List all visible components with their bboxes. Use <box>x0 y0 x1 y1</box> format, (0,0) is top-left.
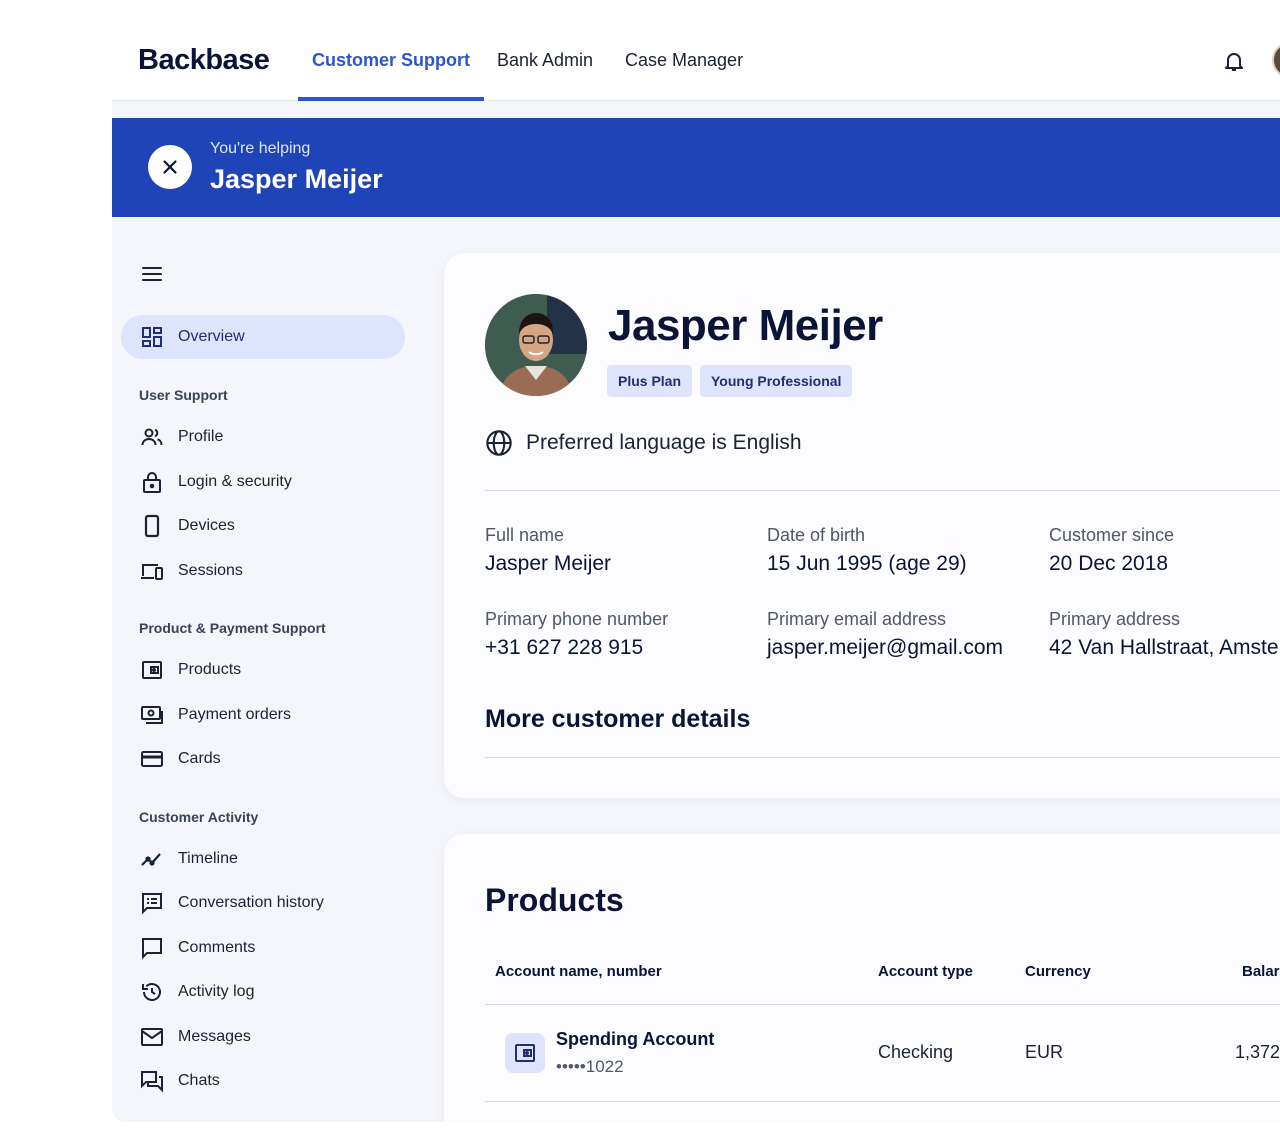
chats-icon <box>140 1069 164 1093</box>
credit-card-icon <box>140 747 164 771</box>
helping-customer-name: Jasper Meijer <box>210 164 383 194</box>
preferred-language: Preferred language is English <box>485 429 802 457</box>
sidebar-item-label: Chats <box>178 1072 220 1089</box>
people-icon <box>140 425 164 449</box>
field-value-email: jasper.meijer@gmail.com <box>767 636 1004 659</box>
sidebar-item-overview[interactable]: Overview <box>121 315 405 359</box>
divider <box>485 1101 1280 1102</box>
column-header-balance[interactable]: Balar <box>1242 963 1280 980</box>
close-icon <box>163 160 177 174</box>
tag-young-professional: Young Professional <box>700 365 853 397</box>
sidebar-item-label: Login & security <box>178 473 292 490</box>
section-title-user-support: User Support <box>139 387 228 403</box>
field-label-phone: Primary phone number <box>485 609 669 629</box>
section-title-product-payment-support: Product & Payment Support <box>139 620 326 636</box>
wallet-icon <box>505 1033 545 1073</box>
sidebar-item-label: Messages <box>178 1028 251 1045</box>
payment-icon <box>140 703 164 727</box>
customer-avatar <box>485 294 587 396</box>
sidebar-item-devices[interactable]: Devices <box>121 504 405 548</box>
menu-icon[interactable] <box>142 267 162 283</box>
field-label-email: Primary email address <box>767 609 947 629</box>
tab-bank-admin[interactable]: Bank Admin <box>483 20 607 101</box>
sidebar-item-label: Payment orders <box>178 706 291 723</box>
tag-plus-plan: Plus Plan <box>607 365 693 397</box>
field-value-address: 42 Van Hallstraat, Amste <box>1049 636 1279 659</box>
sidebar-item-label: Cards <box>178 750 221 767</box>
helping-label: You're helping <box>210 140 311 157</box>
app-window: Backbase Customer Support Bank Admin Cas… <box>112 20 1280 1122</box>
phone-icon <box>140 514 164 538</box>
preferred-language-text: Preferred language is English <box>526 431 802 454</box>
field-label-date-of-birth: Date of birth <box>767 525 866 545</box>
sidebar-item-label: Devices <box>178 517 235 534</box>
sidebar-item-cards[interactable]: Cards <box>121 737 405 781</box>
comment-icon <box>140 936 164 960</box>
products-card: Products Account name, number Account ty… <box>444 834 1280 1122</box>
trend-icon <box>140 847 164 871</box>
sidebar-item-conversation-history[interactable]: Conversation history <box>121 881 405 925</box>
field-value-date-of-birth: 15 Jun 1995 (age 29) <box>767 552 967 575</box>
wallet-icon <box>140 658 164 682</box>
sidebar-item-comments[interactable]: Comments <box>121 926 405 970</box>
sidebar-item-payment-orders[interactable]: Payment orders <box>121 693 405 737</box>
lock-icon <box>140 470 164 494</box>
sidebar-item-activity-log[interactable]: Activity log <box>121 970 405 1014</box>
sidebar-item-label: Conversation history <box>178 894 324 911</box>
field-value-phone: +31 627 228 915 <box>485 636 644 659</box>
account-name: Spending Account <box>556 1029 715 1049</box>
account-currency: EUR <box>1025 1042 1064 1062</box>
close-session-button[interactable] <box>148 145 192 189</box>
sidebar-item-products[interactable]: Products <box>121 648 405 692</box>
sidebar-item-label: Comments <box>178 939 256 956</box>
customer-overview-card: Jasper Meijer Plus Plan Young Profession… <box>444 253 1280 798</box>
divider <box>485 757 1280 758</box>
top-navigation-bar: Backbase Customer Support Bank Admin Cas… <box>112 20 1280 101</box>
field-label-address: Primary address <box>1049 609 1181 629</box>
field-value-customer-since: 20 Dec 2018 <box>1049 552 1169 575</box>
sidebar-item-label: Overview <box>178 328 245 345</box>
column-header-currency[interactable]: Currency <box>1025 963 1091 980</box>
sidebar-item-messages[interactable]: Messages <box>121 1015 405 1059</box>
tab-customer-support[interactable]: Customer Support <box>298 20 485 101</box>
more-customer-details-toggle[interactable]: More customer details <box>485 705 750 734</box>
globe-icon <box>486 430 512 456</box>
sidebar-item-label: Timeline <box>178 850 238 867</box>
dashboard-icon <box>140 325 164 349</box>
backbase-logo[interactable]: Backbase <box>138 44 270 77</box>
column-header-account-type[interactable]: Account type <box>878 963 973 980</box>
column-header-account[interactable]: Account name, number <box>495 963 662 980</box>
avatar[interactable] <box>1272 42 1280 78</box>
chat-list-icon <box>140 891 164 915</box>
devices-icon <box>140 559 164 583</box>
sidebar-item-login-security[interactable]: Login & security <box>121 460 405 504</box>
customer-name: Jasper Meijer <box>608 301 883 350</box>
sidebar-item-label: Sessions <box>178 562 243 579</box>
divider <box>485 1004 1280 1005</box>
account-number: •••••1022 <box>556 1057 624 1076</box>
sidebar: Overview User Support Profile Login & se… <box>112 217 432 1122</box>
sidebar-item-label: Products <box>178 661 242 678</box>
sidebar-item-label: Activity log <box>178 983 255 1000</box>
sidebar-item-timeline[interactable]: Timeline <box>121 837 405 881</box>
sidebar-item-sessions[interactable]: Sessions <box>121 549 405 593</box>
sidebar-item-label: Profile <box>178 428 224 445</box>
field-value-full-name: Jasper Meijer <box>485 552 612 575</box>
account-balance: 1,372 <box>1235 1042 1280 1062</box>
history-icon <box>140 980 164 1004</box>
field-label-customer-since: Customer since <box>1049 525 1175 545</box>
account-type: Checking <box>878 1042 954 1062</box>
mail-icon <box>140 1025 164 1049</box>
helping-banner: You're helping Jasper Meijer <box>112 118 1280 217</box>
sidebar-item-profile[interactable]: Profile <box>121 415 405 459</box>
section-title-customer-activity: Customer Activity <box>139 809 259 825</box>
tab-case-manager[interactable]: Case Manager <box>611 20 757 101</box>
divider <box>485 490 1280 491</box>
field-label-full-name: Full name <box>485 525 565 545</box>
sidebar-item-chats[interactable]: Chats <box>121 1059 405 1103</box>
bell-icon[interactable] <box>1222 49 1246 73</box>
products-title: Products <box>485 882 624 918</box>
